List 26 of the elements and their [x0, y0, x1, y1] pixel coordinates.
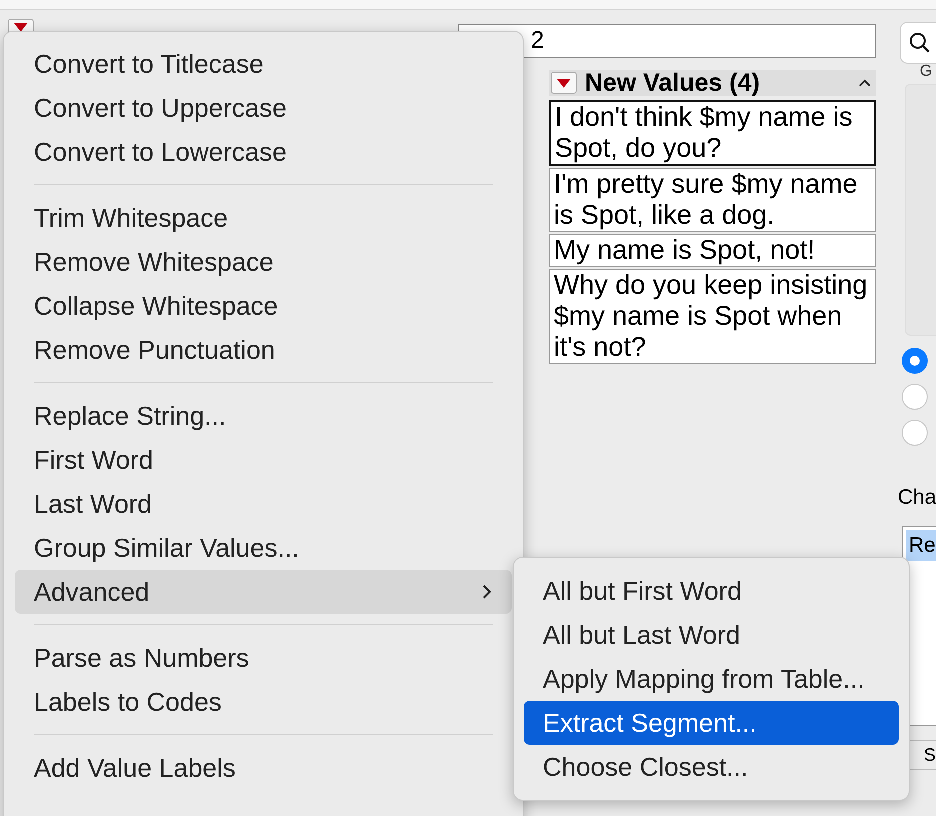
submenu-item[interactable]: All but First Word [524, 569, 899, 613]
value-cell[interactable]: Why do you keep insisting $my name is Spot when it's not? [549, 269, 876, 364]
value-cell[interactable]: I'm pretty sure $my name is Spot, like a dog. [549, 168, 876, 232]
submenu-item[interactable]: Choose Closest... [524, 745, 899, 789]
menu-item[interactable]: Parse as Numbers [15, 636, 512, 680]
column-label: G [920, 63, 932, 81]
value-cell[interactable]: My name is Spot, not! [549, 234, 876, 267]
menu-item[interactable]: Convert to Lowercase [15, 130, 512, 174]
menu-item[interactable]: Remove Punctuation [15, 328, 512, 372]
submenu-item[interactable]: Apply Mapping from Table... [524, 657, 899, 701]
menu-item[interactable]: Convert to Uppercase [15, 86, 512, 130]
menu-item[interactable]: Remove Whitespace [15, 240, 512, 284]
menu-item[interactable]: Collapse Whitespace [15, 284, 512, 328]
submenu-item[interactable]: All but Last Word [524, 613, 899, 657]
menu-item[interactable]: Last Word [15, 482, 512, 526]
menu-item[interactable]: Advanced [15, 570, 512, 614]
value-cell[interactable]: I don't think $my name is Spot, do you? [549, 100, 876, 166]
list-item[interactable]: Re [906, 530, 936, 561]
menu-item[interactable]: Labels to Codes [15, 680, 512, 724]
menu-item[interactable]: Trim Whitespace [15, 196, 512, 240]
submenu-item[interactable]: Extract Segment... [524, 701, 899, 745]
menu-item[interactable]: Group Similar Values... [15, 526, 512, 570]
panel-title: New Values (4) [585, 68, 762, 98]
menu-item[interactable]: Replace String... [15, 394, 512, 438]
menu-item[interactable]: First Word [15, 438, 512, 482]
menu-item[interactable]: Add Value Labels [15, 746, 512, 790]
